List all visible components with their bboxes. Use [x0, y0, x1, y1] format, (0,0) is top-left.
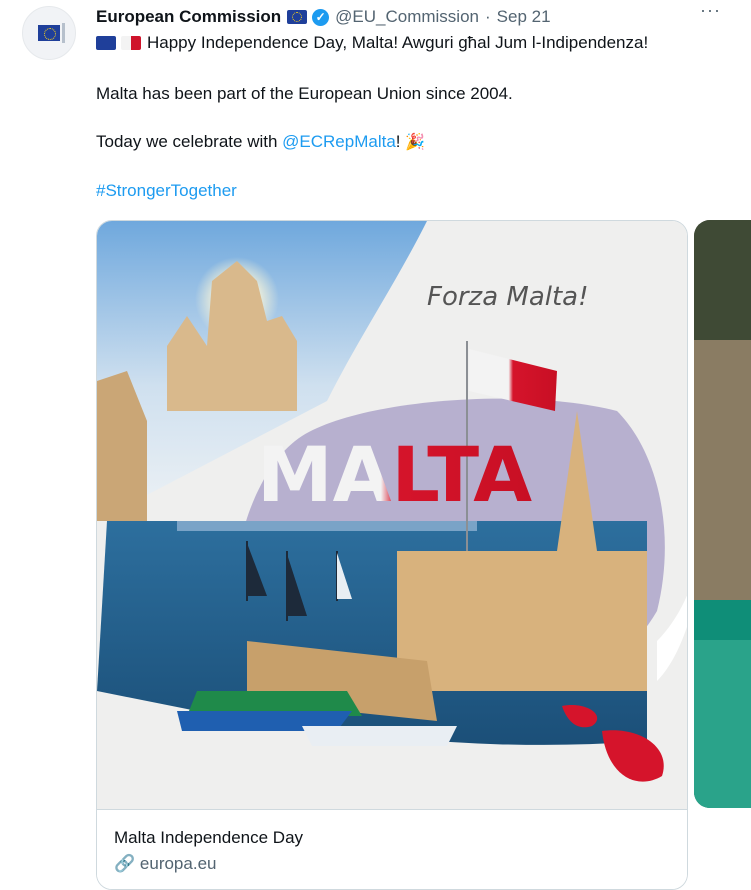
eu-flag-icon	[38, 25, 60, 41]
greeting-text: Happy Independence Day, Malta! Awguri għ…	[147, 33, 649, 52]
tweet-line-2: Malta has been part of the European Unio…	[96, 84, 513, 103]
mention-link[interactable]: @ECRepMalta	[282, 132, 396, 151]
more-options-button[interactable]: ···	[700, 0, 721, 21]
media-tagline: Forza Malta!	[427, 282, 589, 312]
tweet-line-1: Happy Independence Day, Malta! Awguri għ…	[96, 33, 648, 53]
card-footer[interactable]: Malta Independence Day 🔗 europa.eu	[97, 809, 687, 889]
card-title[interactable]: Malta Independence Day	[114, 828, 303, 848]
hashtag-link[interactable]: #StrongerTogether	[96, 181, 237, 201]
media-image[interactable]: Forza Malta! MALTA	[97, 221, 687, 809]
logo-bars	[62, 23, 65, 43]
card-domain-text: europa.eu	[139, 854, 217, 873]
tweet-date[interactable]: Sep 21	[497, 7, 551, 27]
author-handle[interactable]: @EU_Commission	[335, 7, 479, 27]
next-media-image[interactable]	[694, 220, 751, 808]
tweet-line-3: Today we celebrate with @ECRepMalta! 🎉	[96, 132, 425, 152]
eu-flag-emoji-icon	[96, 36, 116, 50]
link-card[interactable]: Forza Malta! MALTA Malta Independence Da…	[96, 220, 688, 890]
party-popper-icon: 🎉	[405, 134, 426, 151]
link-icon: 🔗	[114, 854, 136, 873]
eu-flag-emoji-icon	[287, 10, 308, 24]
line3-prefix: Today we celebrate with	[96, 132, 283, 151]
author-name[interactable]: European Commission	[96, 7, 281, 27]
line3-suffix: !	[395, 132, 401, 151]
avatar[interactable]	[22, 6, 76, 60]
media-headline: MALTA	[257, 430, 532, 519]
malta-flag-emoji-icon	[121, 36, 141, 50]
verified-badge-icon[interactable]: ✓	[312, 8, 330, 26]
tweet-header: European Commission ✓ @EU_Commission · S…	[96, 6, 751, 28]
card-domain[interactable]: 🔗 europa.eu	[114, 854, 216, 874]
separator: ·	[485, 7, 491, 26]
